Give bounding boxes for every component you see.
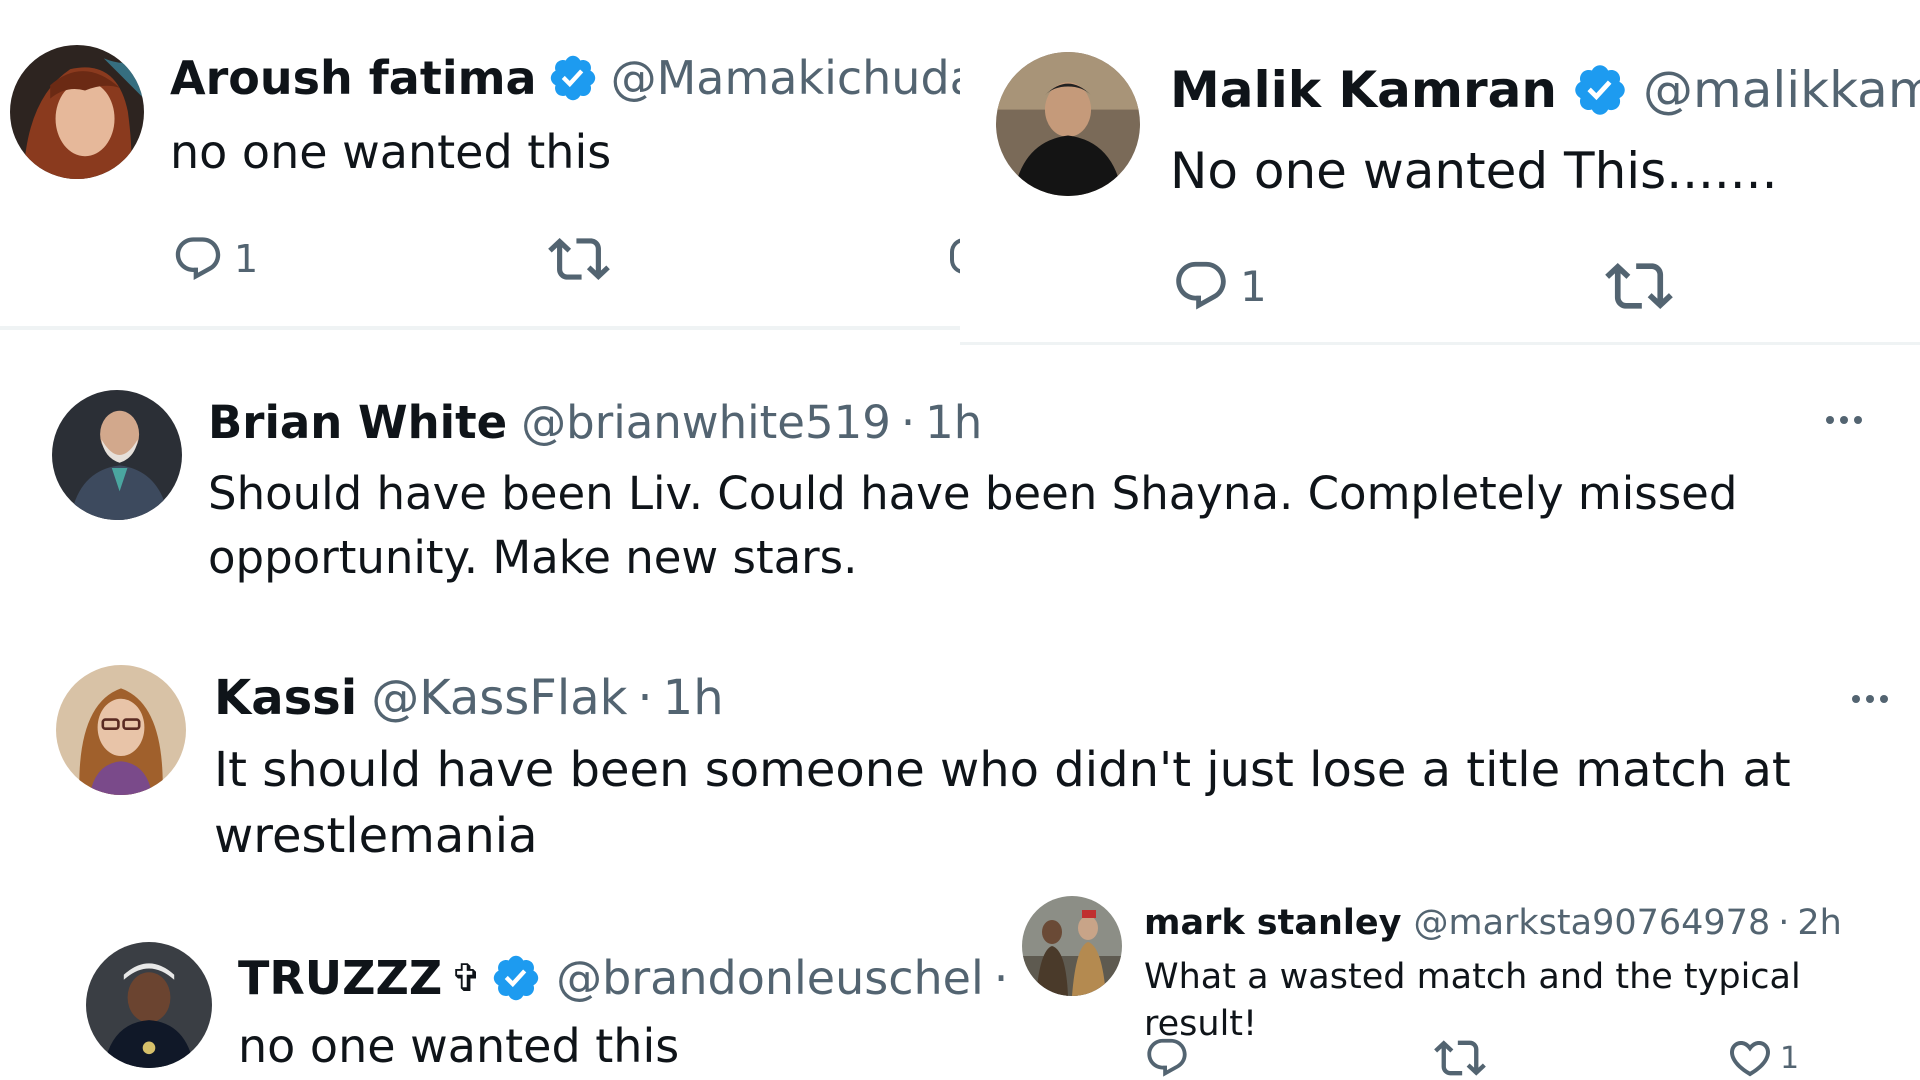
retweet-button[interactable] xyxy=(548,228,610,290)
tweet-header: Malik Kamran @malikkamr xyxy=(1170,60,1920,120)
more-options-button[interactable] xyxy=(1852,695,1888,703)
author-handle[interactable]: @marksta90764978 xyxy=(1413,903,1770,943)
avatar[interactable] xyxy=(1022,896,1122,996)
verified-badge-icon xyxy=(547,52,599,104)
author-name[interactable]: Malik Kamran xyxy=(1170,61,1557,119)
tweet-text: no one wanted this xyxy=(238,1019,680,1073)
dot-icon xyxy=(1826,416,1834,424)
reply-count: 1 xyxy=(1240,261,1267,311)
retweet-icon xyxy=(1434,1032,1486,1080)
reply-count: 1 xyxy=(234,237,259,281)
tweet-text-line: opportunity. Make new stars. xyxy=(208,531,858,584)
tweet-kassi: Kassi @KassFlak · 1h It should have been… xyxy=(0,635,1920,900)
separator: · xyxy=(993,951,1009,1005)
retweet-button[interactable] xyxy=(1434,1032,1486,1080)
timestamp[interactable]: 1h xyxy=(663,670,724,726)
avatar[interactable] xyxy=(86,942,212,1068)
divider xyxy=(0,326,960,330)
timestamp[interactable]: 1h xyxy=(925,396,982,449)
avatar[interactable] xyxy=(996,52,1140,196)
like-button[interactable]: 1 xyxy=(1726,1034,1799,1080)
tweet-aroush: Aroush fatima @Mamakichuda no one wanted… xyxy=(0,0,960,330)
retweet-icon xyxy=(548,228,610,290)
author-name[interactable]: Aroush fatima xyxy=(170,51,537,105)
avatar[interactable] xyxy=(52,390,182,520)
reply-icon xyxy=(1144,1035,1190,1080)
dot-icon xyxy=(1854,416,1862,424)
avatar-image xyxy=(996,52,1140,196)
tweet-brian: Brian White @brianwhite519 · 1h Should h… xyxy=(0,350,1920,635)
avatar-image xyxy=(56,665,186,795)
author-handle[interactable]: @brianwhite519 xyxy=(521,396,891,449)
retweet-icon xyxy=(1605,252,1673,320)
divider xyxy=(960,342,1920,345)
author-handle[interactable]: @KassFlak xyxy=(371,670,627,726)
avatar-image xyxy=(1022,896,1122,996)
author-handle[interactable]: @Mamakichuda xyxy=(611,51,960,105)
tweet-header: Brian White @brianwhite519 · 1h xyxy=(208,392,982,452)
cross-emoji: ✞ xyxy=(450,956,483,1000)
author-name[interactable]: Brian White xyxy=(208,396,507,449)
tweet-text: no one wanted this xyxy=(170,125,612,179)
reply-button[interactable]: 1 xyxy=(172,233,258,285)
dot-icon xyxy=(1852,695,1860,703)
tweet-malik: Malik Kamran @malikkamr No one wanted Th… xyxy=(960,0,1920,345)
tweet-header: Kassi @KassFlak · 1h xyxy=(214,665,724,731)
reply-icon xyxy=(172,233,224,285)
tweet-truzzz: TRUZZZ ✞ @brandonleuschel · no one wante… xyxy=(30,900,1020,1080)
separator: · xyxy=(1778,903,1790,943)
tweet-text: No one wanted This....... xyxy=(1170,142,1778,200)
dot-icon xyxy=(1840,416,1848,424)
author-name[interactable]: mark stanley xyxy=(1144,903,1401,943)
dot-icon xyxy=(1866,695,1874,703)
tweet-text: It should have been someone who didn't j… xyxy=(214,737,1791,869)
tweet-text: Should have been Liv. Could have been Sh… xyxy=(208,462,1737,590)
separator: · xyxy=(900,395,916,449)
heart-icon xyxy=(1726,1034,1774,1080)
tweet-actions: 1 xyxy=(1144,1032,1799,1080)
tweet-header: mark stanley @marksta90764978 · 2h xyxy=(1144,900,1842,946)
tweet-actions: 1 xyxy=(172,228,610,290)
avatar-image xyxy=(52,390,182,520)
tweet-header: Aroush fatima @Mamakichuda xyxy=(170,50,960,106)
avatar-image xyxy=(86,942,212,1068)
more-options-button[interactable] xyxy=(1826,416,1862,424)
timestamp[interactable]: 2h xyxy=(1797,903,1841,943)
author-name[interactable]: Kassi xyxy=(214,670,357,726)
reply-button[interactable]: 1 xyxy=(1172,257,1267,315)
like-icon-partial[interactable] xyxy=(950,238,960,274)
verified-badge-icon xyxy=(1571,61,1629,119)
tweet-text-line: Should have been Liv. Could have been Sh… xyxy=(208,467,1738,520)
like-count: 1 xyxy=(1780,1040,1800,1076)
tweet-actions: 1 xyxy=(1172,252,1673,320)
tweet-header: TRUZZZ ✞ @brandonleuschel · xyxy=(238,948,1008,1008)
tweet-mark: mark stanley @marksta90764978 · 2h What … xyxy=(1020,880,1920,1080)
retweet-button[interactable] xyxy=(1605,252,1673,320)
tweet-text-line: It should have been someone who didn't j… xyxy=(214,742,1791,798)
avatar[interactable] xyxy=(10,45,144,179)
dot-icon xyxy=(1880,695,1888,703)
avatar[interactable] xyxy=(56,665,186,795)
author-name[interactable]: TRUZZZ xyxy=(238,951,442,1005)
author-handle[interactable]: @malikkamr xyxy=(1643,61,1920,119)
separator: · xyxy=(637,670,653,726)
reply-icon xyxy=(1172,257,1230,315)
tweet-text-line: wrestlemania xyxy=(214,808,538,864)
verified-badge-icon xyxy=(490,952,542,1004)
reply-button[interactable] xyxy=(1144,1035,1190,1080)
author-handle[interactable]: @brandonleuschel xyxy=(556,951,984,1005)
avatar-image xyxy=(10,45,144,179)
